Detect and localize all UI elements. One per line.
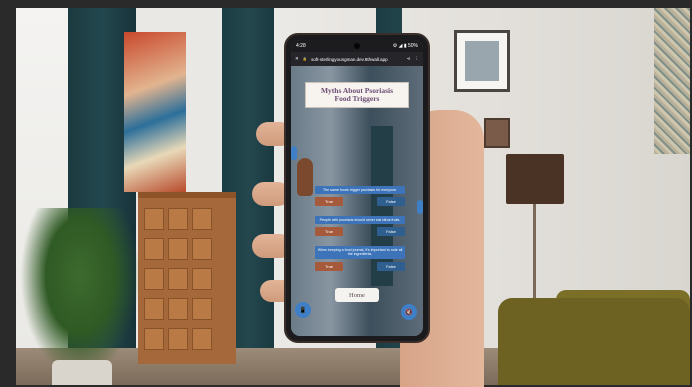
lamp-shade xyxy=(506,154,564,204)
olive-sofa xyxy=(498,298,690,385)
close-icon[interactable]: ✕ xyxy=(295,56,299,62)
false-button[interactable]: False xyxy=(377,197,405,207)
sound-toggle-button[interactable]: 🔇 xyxy=(401,304,417,320)
wooden-dresser xyxy=(138,192,236,364)
front-camera xyxy=(354,43,360,49)
question-text: The same foods trigger psoriasis for eve… xyxy=(315,186,405,195)
right-side-tab[interactable] xyxy=(417,200,423,214)
plant-pot xyxy=(52,360,112,385)
status-time: 4:28 xyxy=(296,43,306,49)
true-button[interactable]: True xyxy=(315,197,343,207)
status-icons: ⚙ ◢ ▮ 50% xyxy=(392,43,418,49)
abstract-painting xyxy=(124,32,186,192)
true-button[interactable]: True xyxy=(315,261,343,271)
question-text: People with psoriasis should never eat c… xyxy=(315,216,405,225)
lock-icon: 🔒 xyxy=(302,57,308,61)
phone-screen: 4:28 ⚙ ◢ ▮ 50% ✕ 🔒 soft-sterlingyoungman… xyxy=(291,40,423,336)
left-side-tab[interactable] xyxy=(291,146,297,160)
false-button[interactable]: False xyxy=(377,261,405,271)
share-icon[interactable]: ⋖ xyxy=(407,56,411,62)
potted-plant xyxy=(20,208,140,378)
smartphone: 4:28 ⚙ ◢ ▮ 50% ✕ 🔒 soft-sterlingyoungman… xyxy=(284,33,430,343)
url-text[interactable]: soft-sterlingyoungman.dev.8thwall.app xyxy=(311,57,403,62)
browser-url-bar: ✕ 🔒 soft-sterlingyoungman.dev.8thwall.ap… xyxy=(291,52,423,66)
framed-picture xyxy=(454,30,510,92)
false-button[interactable]: False xyxy=(377,227,405,237)
mosaic-artwork xyxy=(654,8,690,154)
lamp-pole xyxy=(533,204,536,304)
question-text: When keeping a food journal, it's import… xyxy=(315,246,405,259)
menu-icon[interactable]: ⋮ xyxy=(415,56,420,62)
mascot-character xyxy=(297,158,313,196)
home-button[interactable]: Home xyxy=(335,288,379,302)
quiz-title-line2: Food Triggers xyxy=(334,94,380,103)
quiz-question-2: People with psoriasis should never eat c… xyxy=(315,216,405,237)
quiz-question-1: The same foods trigger psoriasis for eve… xyxy=(315,186,405,207)
phone-ar-icon[interactable]: 📱 xyxy=(295,302,311,318)
quiz-question-3: When keeping a food journal, it's import… xyxy=(315,246,405,271)
small-frame xyxy=(484,118,510,148)
phone-icon: 📱 xyxy=(299,307,307,314)
true-button[interactable]: True xyxy=(315,227,343,237)
mute-icon: 🔇 xyxy=(405,309,413,316)
quiz-title-card: Myths About Psoriasis Food Triggers xyxy=(305,82,409,108)
